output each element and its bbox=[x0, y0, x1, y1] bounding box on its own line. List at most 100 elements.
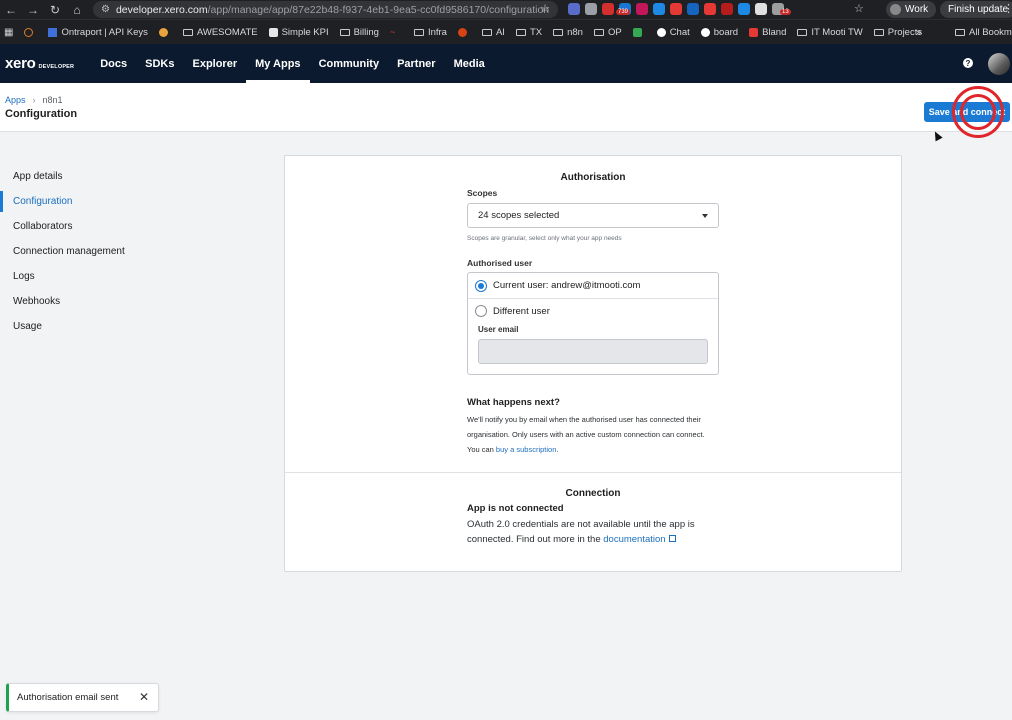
toast-notification: Authorisation email sent ✕ bbox=[6, 683, 159, 712]
nav-my-apps[interactable]: My Apps bbox=[246, 44, 311, 83]
bookmark-item[interactable]: AWESOMATE bbox=[182, 26, 258, 38]
radio-current-user[interactable] bbox=[475, 279, 487, 292]
what-happens-next-body: We'll notify you by email when the autho… bbox=[467, 412, 719, 457]
option-different-user-label: Different user bbox=[493, 305, 550, 317]
finish-update-button[interactable]: Finish update bbox=[940, 1, 1012, 18]
bookmark-label: Infra bbox=[427, 26, 447, 38]
gmail-extension-icon[interactable] bbox=[602, 3, 614, 15]
bookmark-item[interactable]: TX bbox=[515, 26, 543, 38]
bookmark-item[interactable]: IT Mooti TW bbox=[797, 26, 863, 38]
help-icon[interactable]: ? bbox=[963, 58, 973, 68]
extension-icon[interactable] bbox=[568, 3, 580, 15]
home-icon[interactable]: ⌂ bbox=[66, 3, 88, 17]
bookmark-label: Simple KPI bbox=[281, 26, 329, 38]
nav-partner[interactable]: Partner bbox=[388, 44, 445, 83]
xero-developer-logo[interactable]: xero DEVELOPER bbox=[5, 55, 74, 72]
app-sidebar: App details Configuration Collaborators … bbox=[0, 164, 200, 339]
extension-icon[interactable] bbox=[721, 3, 733, 15]
bookmark-item[interactable]: OP bbox=[593, 26, 622, 38]
bookmark-item[interactable]: ~ bbox=[390, 27, 403, 37]
nav-media[interactable]: Media bbox=[445, 44, 494, 83]
bookmarks-overflow-icon[interactable]: » bbox=[916, 27, 922, 38]
bookmark-item[interactable] bbox=[632, 27, 646, 37]
bookmark-item[interactable]: AI bbox=[481, 27, 505, 38]
bookmark-label: TX bbox=[529, 26, 543, 38]
bookmark-label: board bbox=[713, 26, 739, 38]
folder-icon bbox=[797, 28, 808, 36]
sidebar-item-app-details[interactable]: App details bbox=[0, 164, 200, 189]
radio-different-user[interactable] bbox=[475, 305, 487, 317]
bookmark-item[interactable]: Chat bbox=[656, 27, 690, 38]
bookmark-label: AWESOMATE bbox=[196, 26, 258, 38]
option-different-user[interactable]: Different user bbox=[468, 298, 718, 323]
bookmark-item[interactable]: Billing bbox=[339, 27, 379, 38]
logo-sub: DEVELOPER bbox=[38, 64, 75, 70]
site-settings-icon[interactable]: ⚙ bbox=[101, 4, 110, 15]
forward-icon[interactable]: → bbox=[22, 3, 44, 17]
extension-icon[interactable] bbox=[687, 3, 699, 15]
bookmark-item[interactable] bbox=[158, 27, 172, 37]
option-current-user[interactable]: Current user: andrew@itmooti.com bbox=[468, 273, 718, 298]
nav-sdks[interactable]: SDKs bbox=[136, 44, 183, 83]
bookmark-item[interactable] bbox=[24, 27, 37, 37]
address-bar[interactable]: ⚙ developer.xero.com/app/manage/app/87e2… bbox=[93, 1, 558, 18]
nav-docs[interactable]: Docs bbox=[91, 44, 136, 83]
breadcrumb-current: n8n1 bbox=[42, 95, 63, 105]
user-email-field[interactable] bbox=[478, 339, 708, 364]
breadcrumb-separator: › bbox=[32, 95, 36, 105]
sidebar-item-usage[interactable]: Usage bbox=[0, 314, 200, 339]
bookmark-item[interactable]: Simple KPI bbox=[268, 26, 329, 38]
scopes-select[interactable]: 24 scopes selected bbox=[467, 203, 719, 228]
bookmark-item[interactable]: Bland bbox=[749, 27, 786, 38]
all-bookmarks[interactable]: All Bookmarks bbox=[955, 27, 1012, 38]
back-icon[interactable]: ← bbox=[0, 3, 22, 17]
extension-icon[interactable] bbox=[585, 3, 597, 15]
sidebar-item-collaborators[interactable]: Collaborators bbox=[0, 214, 200, 239]
user-avatar[interactable] bbox=[988, 53, 1010, 75]
documentation-link[interactable]: documentation bbox=[603, 534, 665, 545]
profile-button[interactable]: Work bbox=[886, 1, 937, 18]
breadcrumb-apps-link[interactable]: Apps bbox=[5, 95, 26, 105]
star-icon[interactable]: ☆ bbox=[854, 2, 864, 15]
google-icon bbox=[158, 27, 168, 37]
bookmark-star-icon[interactable]: ☆ bbox=[540, 2, 550, 15]
nav-explorer[interactable]: Explorer bbox=[183, 44, 246, 83]
buy-subscription-link[interactable]: buy a subscription bbox=[496, 445, 556, 454]
extension-icon[interactable] bbox=[755, 3, 767, 15]
scopes-label: Scopes bbox=[467, 188, 498, 198]
bookmark-item[interactable]: Ontraport | API Keys bbox=[48, 27, 148, 38]
bookmark-item[interactable] bbox=[457, 27, 471, 37]
apps-grid-icon[interactable]: ▦ bbox=[4, 27, 13, 38]
bookmark-item[interactable]: n8n bbox=[553, 27, 583, 38]
page-header: Apps › n8n1 Configuration Save and conne… bbox=[0, 83, 1012, 132]
close-icon[interactable]: ✕ bbox=[139, 690, 149, 704]
browser-menu-icon[interactable]: ⋮ bbox=[1003, 2, 1012, 15]
sidebar-item-connection-management[interactable]: Connection management bbox=[0, 239, 200, 264]
finish-update-label: Finish update bbox=[948, 4, 1009, 15]
user-email-label: User email bbox=[478, 325, 519, 334]
bookmark-item[interactable]: Projects bbox=[873, 27, 922, 38]
extension-icon[interactable] bbox=[738, 3, 750, 15]
board-icon bbox=[700, 27, 710, 37]
bookmark-item[interactable]: board bbox=[700, 26, 739, 38]
nav-community[interactable]: Community bbox=[310, 44, 389, 83]
what-happens-next-title: What happens next? bbox=[467, 397, 560, 408]
nav-links: Docs SDKs Explorer My Apps Community Par… bbox=[91, 44, 494, 83]
extension-icon[interactable] bbox=[670, 3, 682, 15]
sidebar-item-configuration[interactable]: Configuration bbox=[0, 189, 200, 214]
connection-status: App is not connected bbox=[467, 503, 564, 514]
sidebar-item-logs[interactable]: Logs bbox=[0, 264, 200, 289]
bookmark-label: OP bbox=[607, 26, 622, 38]
extension-icon[interactable] bbox=[653, 3, 665, 15]
chat-icon bbox=[656, 27, 666, 37]
bookmark-label: IT Mooti TW bbox=[811, 26, 863, 38]
extension-icon[interactable] bbox=[636, 3, 648, 15]
authorised-user-label: Authorised user bbox=[467, 258, 533, 268]
bookmark-item[interactable]: Infra bbox=[413, 26, 447, 38]
folder-icon bbox=[481, 28, 492, 36]
extension-icon[interactable] bbox=[704, 3, 716, 15]
reload-icon[interactable]: ↻ bbox=[44, 3, 66, 17]
save-and-connect-button[interactable]: Save and connect bbox=[924, 102, 1010, 122]
sidebar-item-webhooks[interactable]: Webhooks bbox=[0, 289, 200, 314]
url-host: developer.xero.com bbox=[115, 3, 208, 16]
